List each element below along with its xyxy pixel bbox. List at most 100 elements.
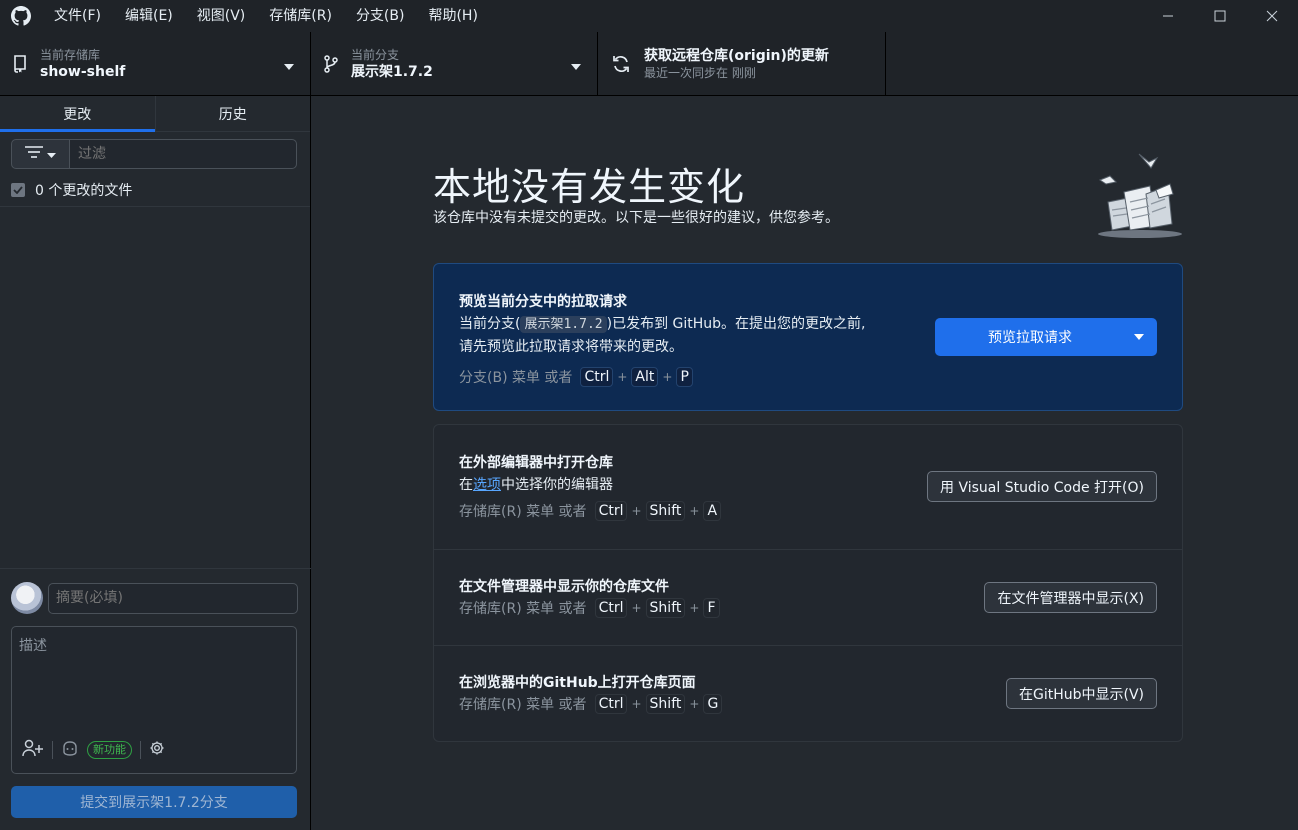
current-repository-button[interactable]: 当前存储库 show-shelf [0,32,311,95]
pr-text-line2: 请先预览此拉取请求将带来的更改。 [459,339,683,355]
card-description: 当前分支(展示架1.7.2)已发布到 GitHub。在提出您的更改之前, [459,313,866,336]
toolbar: 当前存储库 show-shelf 当前分支 展示架1.7.2 获取远程仓库(or… [0,32,1298,96]
filter-icon [25,146,43,162]
chevron-down-icon [284,59,294,74]
repo-icon [0,54,40,73]
github-title: 在浏览器中的GitHub上打开仓库页面 [459,675,696,691]
menu-bar: 文件(F) 编辑(E) 视图(V) 存储库(R) 分支(B) 帮助(H) [42,0,490,32]
key-alt: Alt [631,367,659,387]
preview-pull-request-label: 预览拉取请求 [988,330,1072,346]
key-ctrl: Ctrl [594,501,628,521]
menu-repository[interactable]: 存储库(R) [257,0,344,32]
shortcut-hint: 存储库(R) 菜单 或者 Ctrl + Shift + G [459,694,723,714]
filter-row [0,132,310,174]
show-in-explorer-button[interactable]: 在文件管理器中显示(X) [984,582,1157,613]
hint-menu: 存储库(R) 菜单 或者 [459,504,587,520]
card-title: 预览当前分支中的拉取请求 [459,294,627,310]
view-on-github-row: 在浏览器中的GitHub上打开仓库页面 存储库(R) 菜单 或者 Ctrl + Sh… [434,646,1182,741]
tab-history[interactable]: 历史 [154,96,311,131]
plus-sign: + [631,601,642,615]
hint-menu: 存储库(R) 菜单 或者 [459,601,587,617]
key-p: P [676,367,693,387]
description-field[interactable]: 描述 新功能 [11,626,297,774]
key-a: A [703,501,722,521]
branch-name: 展示架1.7.2 [351,63,433,80]
fetch-title: 获取远程仓库(origin)的更新 [644,47,829,64]
plus-sign: + [631,504,642,518]
description-toolbar: 新功能 [22,739,165,761]
page-subtitle: 该仓库中没有未提交的更改。以下是一些很好的建议，供您参考。 [433,210,839,226]
suggestions-list: 在外部编辑器中打开仓库 在选项中选择你的编辑器 存储库(R) 菜单 或者 Ctr… [433,424,1183,742]
key-shift: Shift [645,598,686,618]
key-shift: Shift [645,501,686,521]
menu-branch[interactable]: 分支(B) [344,0,417,32]
gear-icon[interactable] [149,740,165,760]
open-in-vscode-button[interactable]: 用 Visual Studio Code 打开(O) [927,471,1157,502]
preview-pull-request-button[interactable]: 预览拉取请求 [935,318,1157,356]
shortcut-hint: 存储库(R) 菜单 或者 Ctrl + Shift + A [459,501,722,521]
preview-pull-request-card: 预览当前分支中的拉取请求 当前分支(展示架1.7.2)已发布到 GitHub。在… [433,263,1183,411]
options-link[interactable]: 选项 [473,477,501,493]
plus-sign: + [662,370,673,384]
changed-files-header: 0 个更改的文件 [0,174,310,207]
repo-name: show-shelf [40,63,126,80]
editor-text-after: 中选择你的编辑器 [501,477,613,493]
plus-sign: + [631,697,642,711]
plus-sign: + [689,601,700,615]
tab-changes[interactable]: 更改 [0,96,155,132]
hint-menu: 存储库(R) 菜单 或者 [459,697,587,713]
avatar [11,582,43,614]
key-ctrl: Ctrl [580,367,614,387]
close-icon[interactable] [1246,0,1298,32]
github-logo-icon [0,0,42,32]
minimize-icon[interactable] [1142,0,1194,32]
menu-help[interactable]: 帮助(H) [416,0,489,32]
chevron-down-icon[interactable] [1121,334,1157,340]
filter-input[interactable] [70,139,297,169]
commit-button[interactable]: 提交到展示架1.7.2分支 [11,786,297,818]
add-coauthor-icon[interactable] [22,739,44,761]
plus-sign: + [689,504,700,518]
filter-options-button[interactable] [11,139,70,169]
commit-panel: 描述 新功能 提交到展示架1.7.2分支 [0,568,311,830]
changed-files-count: 0 个更改的文件 [35,183,133,199]
menu-view[interactable]: 视图(V) [185,0,258,32]
branch-label: 当前分支 [351,47,400,62]
branch-icon [311,54,351,73]
key-ctrl: Ctrl [594,598,628,618]
menu-edit[interactable]: 编辑(E) [113,0,185,32]
main-content: 本地没有发生变化 该仓库中没有未提交的更改。以下是一些很好的建议，供您参考。 预… [312,96,1298,830]
sync-icon [598,54,644,74]
branch-code: 展示架1.7.2 [520,316,607,333]
plus-sign: + [689,697,700,711]
empty-state-illustration-icon [1094,144,1189,243]
fetch-origin-button[interactable]: 获取远程仓库(origin)的更新 最近一次同步在 刚刚 [598,32,886,95]
select-all-checkbox[interactable] [11,183,25,197]
plus-sign: + [617,370,628,384]
fetch-subtitle: 最近一次同步在 刚刚 [644,65,756,80]
chevron-down-icon [47,147,56,162]
shortcut-hint: 分支(B) 菜单 或者 Ctrl + Alt + P [459,367,866,387]
summary-input[interactable] [48,582,298,614]
editor-text-before: 在 [459,477,473,493]
sidebar-tabs: 更改 历史 [0,96,310,132]
key-f: F [703,598,720,618]
shortcut-hint: 存储库(R) 菜单 或者 Ctrl + Shift + F [459,598,720,618]
divider [140,741,141,759]
description-placeholder: 描述 [19,638,47,654]
view-on-github-button[interactable]: 在GitHub中显示(V) [1005,678,1157,709]
menu-file[interactable]: 文件(F) [42,0,113,32]
copilot-icon[interactable] [61,740,79,760]
pr-text-before: 当前分支( [459,316,521,332]
repo-label: 当前存储库 [40,47,101,62]
editor-title: 在外部编辑器中打开仓库 [459,455,613,471]
key-shift: Shift [645,694,686,714]
pr-text-after: )已发布到 GitHub。在提出您的更改之前, [606,316,866,332]
maximize-icon[interactable] [1194,0,1246,32]
key-g: G [703,694,723,714]
current-branch-button[interactable]: 当前分支 展示架1.7.2 [311,32,598,95]
editor-description: 在选项中选择你的编辑器 [459,474,721,497]
chevron-down-icon [571,59,581,74]
explorer-title: 在文件管理器中显示你的仓库文件 [459,579,669,595]
divider [52,741,53,759]
